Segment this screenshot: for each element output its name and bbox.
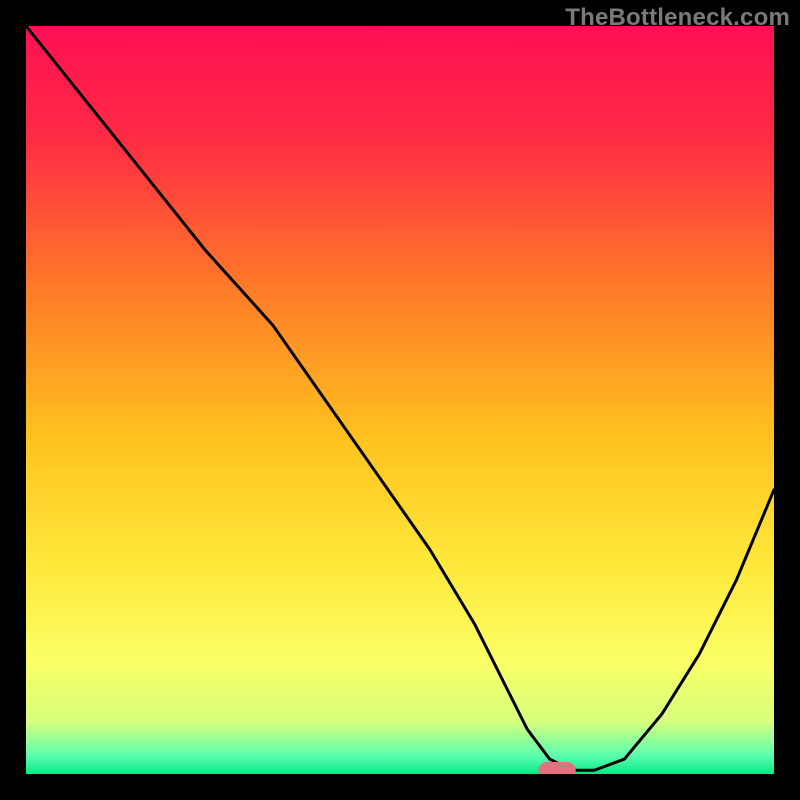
bottleneck-chart [26,26,774,774]
chart-container: TheBottleneck.com [0,0,800,800]
gradient-background [26,26,774,774]
optimal-point-marker [538,762,575,774]
watermark-text: TheBottleneck.com [565,4,790,32]
